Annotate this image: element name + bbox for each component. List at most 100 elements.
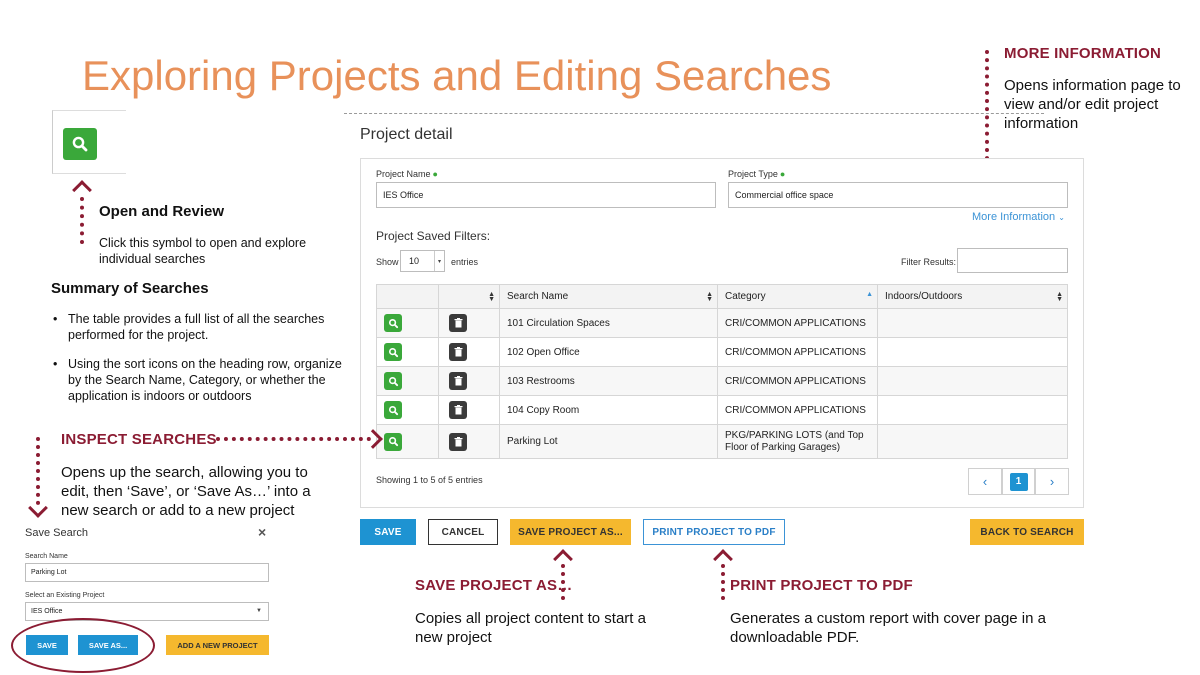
print-project-heading: PRINT PROJECT TO PDF (730, 577, 913, 594)
entries-select[interactable]: 10 ▾ (400, 250, 445, 272)
search-icon (72, 136, 88, 152)
cell-open (376, 395, 439, 425)
cell-indoors-outdoors (877, 424, 1068, 459)
pager-next-button[interactable]: › (1035, 468, 1069, 495)
search-icon[interactable] (384, 372, 402, 390)
search-name-label: Search Name (25, 553, 68, 560)
sort-icon[interactable]: ▲ ▼ (488, 291, 495, 303)
inspect-searches-heading: INSPECT SEARCHES (61, 431, 217, 448)
showing-entries-text: Showing 1 to 5 of 5 entries (376, 475, 483, 485)
search-icon[interactable] (384, 343, 402, 361)
trash-icon[interactable] (449, 432, 467, 451)
cell-delete (438, 366, 500, 396)
connector-print-project (721, 564, 725, 600)
trash-icon[interactable] (449, 372, 467, 390)
table-row: 101 Circulation Spaces CRI/COMMON APPLIC… (376, 308, 1068, 338)
open-search-button-example[interactable] (63, 128, 97, 160)
saved-filters-label: Project Saved Filters: (376, 229, 491, 243)
pagination: ‹ 1 › (968, 468, 1069, 495)
cell-open (376, 366, 439, 396)
search-name-input[interactable]: Parking Lot (25, 563, 269, 582)
project-type-input[interactable]: Commercial office space (728, 182, 1068, 208)
pager-page-1[interactable]: 1 (1002, 468, 1035, 495)
column-header-search-name[interactable]: Search Name ▲ ▼ (499, 284, 718, 309)
open-review-heading: Open and Review (99, 203, 225, 220)
more-info-heading: MORE INFORMATION (1004, 45, 1162, 62)
cell-delete (438, 337, 500, 367)
print-project-button[interactable]: PRINT PROJECT TO PDF (643, 519, 785, 545)
cell-indoors-outdoors (877, 395, 1068, 425)
save-project-as-button[interactable]: SAVE PROJECT AS... (510, 519, 631, 545)
filter-results-input[interactable] (957, 248, 1068, 273)
arrow-down-icon (28, 498, 48, 518)
cell-search-name: 103 Restrooms (499, 366, 718, 396)
inspect-searches-text: Opens up the search, allowing you to edi… (61, 464, 311, 519)
search-icon[interactable] (384, 314, 402, 332)
cell-search-name: 102 Open Office (499, 337, 718, 367)
sort-ascending-icon[interactable]: ▲ (866, 291, 873, 298)
cancel-button[interactable]: CANCEL (428, 519, 498, 545)
cell-search-name: 101 Circulation Spaces (499, 308, 718, 338)
sort-icon[interactable]: ▲ ▼ (706, 291, 713, 303)
column-header-category[interactable]: Category ▲ (717, 284, 878, 309)
project-name-input[interactable]: IES Office (376, 182, 716, 208)
table-row: 104 Copy Room CRI/COMMON APPLICATIONS (376, 395, 1068, 425)
close-icon[interactable]: × (258, 524, 266, 540)
cell-delete (438, 308, 500, 338)
back-to-search-button[interactable]: BACK TO SEARCH (970, 519, 1084, 545)
project-detail-title: Project detail (360, 126, 453, 143)
table-row: 102 Open Office CRI/COMMON APPLICATIONS (376, 337, 1068, 367)
column-header-open (376, 284, 439, 309)
more-information-link[interactable]: More Information ⌄ (972, 211, 1065, 223)
cell-category: CRI/COMMON APPLICATIONS (717, 366, 878, 396)
column-header-indoors-outdoors[interactable]: Indoors/Outdoors ▲ ▼ (877, 284, 1068, 309)
cell-search-name: Parking Lot (499, 424, 718, 459)
connector-save-search (36, 437, 40, 505)
cell-indoors-outdoors (877, 366, 1068, 396)
cell-open (376, 424, 439, 459)
cell-category: CRI/COMMON APPLICATIONS (717, 308, 878, 338)
cell-open (376, 337, 439, 367)
connector-open-review (80, 197, 84, 244)
save-search-dialog-title: Save Search (25, 527, 88, 539)
open-review-text: Click this symbol to open and explore in… (99, 236, 307, 266)
filter-results-label: Filter Results: (901, 257, 957, 267)
print-project-text: Generates a custom report with cover pag… (730, 610, 1046, 646)
column-header-delete[interactable]: ▲ ▼ (438, 284, 500, 309)
cell-delete (438, 424, 500, 459)
save-project-as-text: Copies all project content to start a ne… (415, 610, 646, 646)
add-new-project-button[interactable]: ADD A NEW PROJECT (166, 635, 269, 655)
cell-open (376, 308, 439, 338)
sort-icon[interactable]: ▲ ▼ (1056, 291, 1063, 303)
cell-indoors-outdoors (877, 308, 1068, 338)
caret-down-icon: ▾ (434, 251, 444, 271)
connector-inspect-searches (216, 437, 371, 441)
summary-bullet: Using the sort icons on the heading row,… (51, 356, 356, 404)
summary-heading: Summary of Searches (51, 280, 209, 297)
entries-label: entries (451, 257, 479, 267)
project-name-label: Project Name ● (376, 169, 438, 179)
cell-category: CRI/COMMON APPLICATIONS (717, 395, 878, 425)
summary-bullet: The table provides a full list of all th… (51, 311, 356, 343)
summary-bullets: The table provides a full list of all th… (51, 311, 356, 417)
pager-prev-button[interactable]: ‹ (968, 468, 1002, 495)
saved-searches-table: ▲ ▼ Search Name ▲ ▼ Category ▲ Indoors/Outdo… (376, 284, 1068, 459)
cell-indoors-outdoors (877, 337, 1068, 367)
project-type-label: Project Type ● (728, 169, 786, 179)
cell-search-name: 104 Copy Room (499, 395, 718, 425)
trash-icon[interactable] (449, 314, 467, 332)
existing-project-label: Select an Existing Project (25, 592, 105, 599)
show-label: Show (376, 257, 399, 267)
save-project-as-heading: SAVE PROJECT AS… (415, 577, 573, 594)
trash-icon[interactable] (449, 343, 467, 361)
search-icon[interactable] (384, 401, 402, 419)
trash-icon[interactable] (449, 401, 467, 419)
title-divider (344, 113, 1044, 114)
caret-down-icon: ▼ (256, 608, 262, 614)
table-row: 103 Restrooms CRI/COMMON APPLICATIONS (376, 366, 1068, 396)
cell-category: PKG/PARKING LOTS (and Top Floor of Parki… (717, 424, 878, 459)
search-icon[interactable] (384, 432, 402, 451)
slide-title: Exploring Projects and Editing Searches (82, 52, 832, 99)
cell-category: CRI/COMMON APPLICATIONS (717, 337, 878, 367)
save-button[interactable]: SAVE (360, 519, 416, 545)
